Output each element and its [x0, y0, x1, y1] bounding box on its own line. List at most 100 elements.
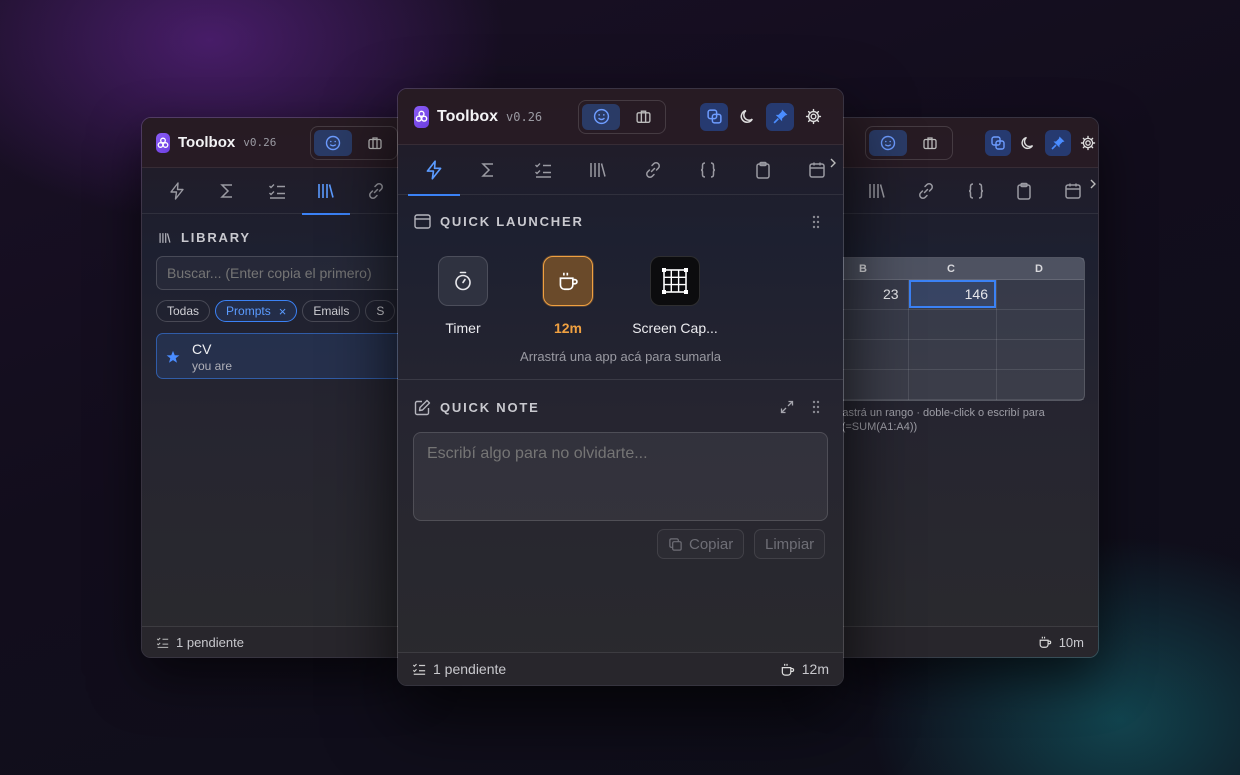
main-footer: 1 pendiente 12m: [398, 652, 843, 685]
mode-switch: [865, 125, 953, 160]
cell-b1[interactable]: 23: [883, 286, 899, 302]
left-tabs: [142, 168, 406, 215]
tab-snippets[interactable]: [951, 168, 1001, 214]
tab-calculator[interactable]: [202, 168, 252, 214]
work-mode-button[interactable]: [356, 130, 394, 156]
pin-icon: [1051, 136, 1065, 150]
launcher-hint: Arrastrá una app acá para sumarla: [520, 349, 721, 364]
smile-icon: [880, 135, 896, 150]
overlap-toggle-button[interactable]: [985, 129, 1011, 156]
quick-note-textarea[interactable]: [413, 432, 828, 521]
clipboard-icon: [1017, 182, 1032, 200]
lightning-icon: [170, 181, 184, 200]
app-name: Toolbox: [437, 107, 499, 125]
tab-library[interactable]: [302, 168, 350, 215]
settings-button[interactable]: [1075, 130, 1098, 156]
spreadsheet-hint-1: rrastrá un rango · doble-click o escribí…: [835, 407, 1045, 419]
briefcase-icon: [923, 136, 937, 149]
section-divider: [398, 379, 843, 380]
launcher-app-screen-capture[interactable]: Screen Cap...: [625, 256, 725, 336]
spreadsheet-grid[interactable]: B C D 23 146: [833, 257, 1085, 401]
smile-icon: [326, 135, 341, 150]
quick-launcher-header: QUICK LAUNCHER: [414, 214, 584, 229]
overlap-icon: [991, 135, 1005, 150]
tab-library[interactable]: [570, 145, 626, 195]
app-version: v0.26: [243, 136, 277, 149]
filter-prompts-chip[interactable]: Prompts ×: [215, 300, 298, 322]
main-titlebar: Toolbox v0.26: [398, 89, 843, 145]
clipboard-icon: [756, 161, 770, 179]
checklist-icon: [156, 637, 169, 648]
overlap-toggle-button[interactable]: [700, 102, 729, 131]
expand-icon[interactable]: [780, 400, 794, 414]
tab-links[interactable]: [350, 168, 402, 214]
library-icon: [869, 183, 885, 198]
personal-mode-button[interactable]: [869, 129, 907, 156]
pin-button[interactable]: [1045, 129, 1071, 156]
right-toolbox-window: B C D 23 146 rrastrá un rango · doble-cl…: [832, 117, 1099, 658]
pin-button[interactable]: [766, 102, 795, 131]
remove-filter-icon[interactable]: ×: [279, 304, 287, 319]
app-logo-icon: [414, 105, 429, 128]
link-icon: [646, 161, 660, 178]
library-search-input[interactable]: [156, 256, 406, 290]
moon-icon: [1021, 136, 1034, 149]
coffee-icon: [559, 272, 578, 291]
work-mode-button[interactable]: [624, 104, 662, 130]
calendar-icon: [809, 162, 825, 178]
pin-icon: [773, 109, 788, 124]
timer-status-button[interactable]: 12m: [780, 661, 829, 677]
tab-tasks[interactable]: [516, 145, 570, 195]
lightning-icon: [426, 159, 442, 180]
copy-button[interactable]: Copiar: [657, 529, 745, 559]
theme-toggle-button[interactable]: [733, 103, 761, 131]
tab-launcher[interactable]: [152, 168, 202, 214]
briefcase-icon: [636, 110, 651, 124]
left-footer: 1 pendiente: [142, 626, 406, 657]
launcher-app-timer[interactable]: Timer: [413, 256, 513, 336]
drag-handle-icon[interactable]: [811, 400, 821, 414]
right-footer: 10m: [833, 626, 1098, 657]
tab-calendar[interactable]: [1048, 168, 1098, 214]
briefcase-icon: [368, 136, 382, 149]
main-toolbox-window: Toolbox v0.26 QUICK LAUNCHER Timer 12m S…: [397, 88, 844, 686]
smile-icon: [593, 108, 609, 125]
tab-links[interactable]: [626, 145, 680, 195]
tab-launcher[interactable]: [408, 145, 460, 196]
tab-clipboard[interactable]: [1000, 168, 1048, 214]
pending-count: 1 pendiente: [433, 661, 507, 677]
clear-button[interactable]: Limpiar: [754, 529, 826, 559]
library-item[interactable]: CV you are: [156, 333, 406, 379]
tab-clipboard[interactable]: [736, 145, 790, 195]
tab-tasks[interactable]: [252, 168, 302, 214]
tab-links[interactable]: [901, 168, 951, 214]
tab-calculator[interactable]: [460, 145, 516, 195]
cell-c1-selected[interactable]: 146: [909, 280, 996, 308]
launcher-app-coffee[interactable]: 12m: [518, 256, 618, 336]
timer-status: 10m: [1058, 634, 1084, 650]
filter-all-chip[interactable]: Todas: [156, 300, 211, 322]
quick-note-header: QUICK NOTE: [414, 399, 540, 416]
left-toolbox-window: Toolbox v0.26 LIBRARY Buscar... (Enter c…: [141, 117, 407, 658]
filter-more-chip[interactable]: S: [365, 300, 396, 322]
library-icon: [318, 183, 334, 198]
personal-mode-button[interactable]: [582, 103, 621, 130]
window-icon: [414, 214, 431, 229]
personal-mode-button[interactable]: [314, 129, 353, 156]
work-mode-button[interactable]: [911, 130, 949, 156]
col-header-b: B: [859, 263, 867, 275]
tab-snippets[interactable]: [680, 145, 736, 195]
col-header-d: D: [1035, 263, 1043, 275]
theme-toggle-button[interactable]: [1015, 130, 1041, 156]
filter-emails-chip[interactable]: Emails: [302, 300, 361, 322]
gear-icon: [1080, 135, 1096, 150]
quick-note-title: QUICK NOTE: [440, 400, 540, 415]
library-icon: [159, 232, 171, 243]
tab-calendar[interactable]: [790, 145, 843, 195]
app-logo-icon: [156, 132, 170, 153]
screen-capture-app-icon: [650, 256, 700, 306]
tab-library[interactable]: [853, 168, 901, 214]
moon-icon: [740, 109, 753, 123]
settings-button[interactable]: [799, 103, 827, 131]
drag-handle-icon[interactable]: [811, 215, 821, 229]
